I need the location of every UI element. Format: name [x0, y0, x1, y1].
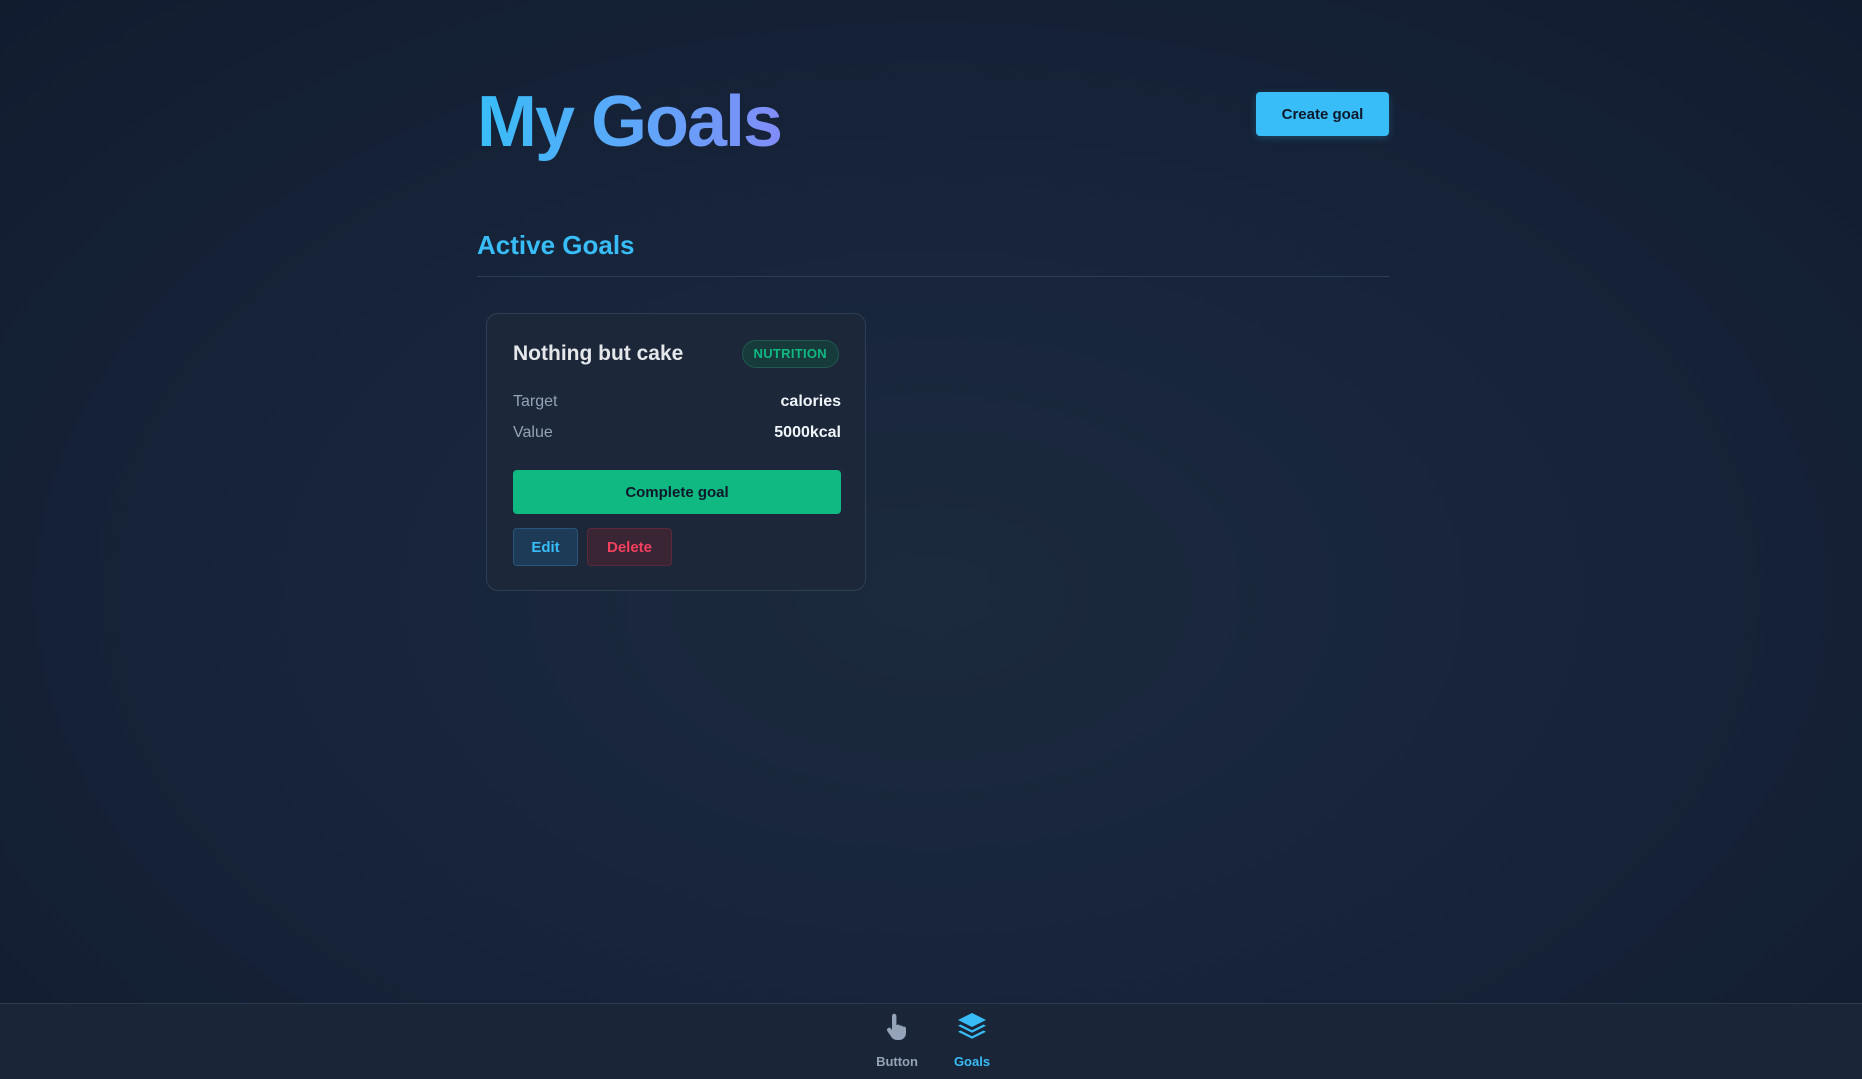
- goal-card: Nothing but cake NUTRITION Target calori…: [486, 313, 866, 591]
- pointer-hand-icon: [887, 1013, 906, 1040]
- value-value: 5000kcal: [774, 424, 841, 441]
- create-goal-button[interactable]: Create goal: [1256, 92, 1389, 136]
- complete-goal-button[interactable]: Complete goal: [513, 470, 841, 514]
- page-header: My Goals Create goal: [477, 0, 1389, 175]
- target-value: calories: [780, 393, 841, 410]
- goal-target-row: Target calories: [513, 393, 841, 415]
- goal-title: Nothing but cake: [513, 342, 684, 365]
- nav-item-button[interactable]: Button: [862, 1010, 932, 1076]
- section-title-active-goals: Active Goals: [477, 230, 635, 260]
- goal-value-row: Value 5000kcal: [513, 424, 841, 446]
- section-divider: [477, 276, 1389, 277]
- target-label: Target: [513, 393, 558, 410]
- page-title: My Goals: [477, 78, 783, 166]
- delete-goal-button[interactable]: Delete: [587, 528, 672, 566]
- bottom-nav: Button Goals: [0, 1003, 1862, 1079]
- nav-label-goals: Goals: [953, 1054, 991, 1069]
- nav-label-button: Button: [876, 1054, 918, 1069]
- layers-icon: [958, 1013, 986, 1039]
- edit-goal-button[interactable]: Edit: [513, 528, 578, 566]
- value-label: Value: [513, 424, 553, 441]
- goals-page: My Goals Create goal Active Goals Nothin…: [477, 0, 1389, 591]
- category-badge: NUTRITION: [741, 340, 839, 368]
- nav-item-goals[interactable]: Goals: [937, 1010, 1007, 1076]
